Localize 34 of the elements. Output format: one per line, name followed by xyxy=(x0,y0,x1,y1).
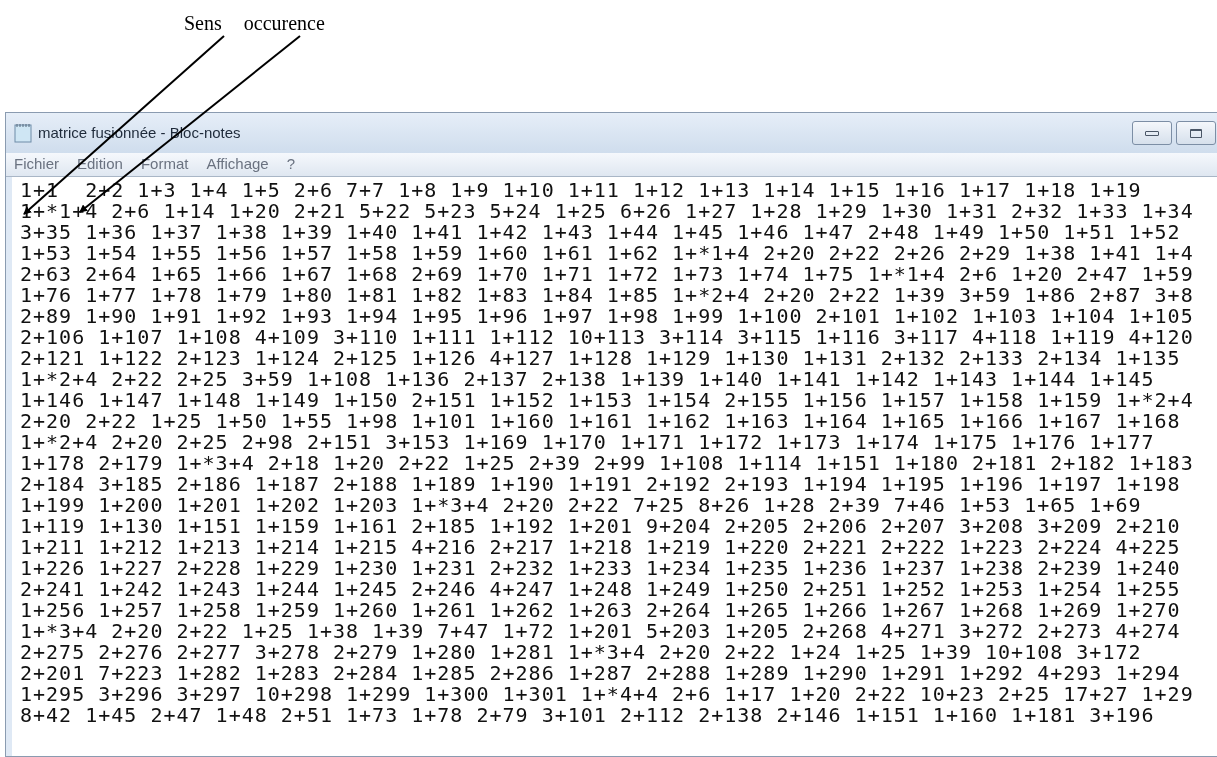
text-line: 2+20 2+22 1+25 1+50 1+55 1+98 1+101 1+160 1+161 1+162 1+163 1+164 1+165 1+166 1+167 1+168 xyxy=(20,411,1181,432)
text-line: 1+*2+4 2+20 2+25 2+98 2+151 3+153 1+169 1+170 1+171 1+172 1+173 1+174 1+175 1+176 1+177 xyxy=(20,432,1155,453)
text-line: 1+119 1+130 1+151 1+159 1+161 2+185 1+192 1+201 9+204 2+205 2+206 2+207 3+208 3+209 2+210 xyxy=(20,516,1181,537)
text-line: 1+256 1+257 1+258 1+259 1+260 1+261 1+262 1+263 2+264 1+265 1+266 1+267 1+268 1+269 1+270 xyxy=(20,600,1181,621)
menu-item[interactable]: Affichage xyxy=(206,153,269,176)
notepad-icon xyxy=(14,123,32,143)
annotation-label: Sens xyxy=(184,11,222,36)
minimize-button[interactable] xyxy=(1132,121,1172,145)
text-line: 2+121 1+122 2+123 1+124 2+125 1+126 4+127 1+128 1+129 1+130 1+131 2+132 2+133 2+134 1+135 xyxy=(20,348,1181,369)
text-line: 2+241 1+242 1+243 1+244 1+245 2+246 4+247 1+248 1+249 1+250 2+251 1+252 1+253 1+254 1+255 xyxy=(20,579,1181,600)
menu-item[interactable]: Format xyxy=(140,153,189,176)
text-line: 1+211 1+212 1+213 1+214 1+215 4+216 2+217 1+218 1+219 1+220 2+221 2+222 1+223 2+224 4+225 xyxy=(20,537,1181,558)
text-line: 1+199 1+200 1+201 1+202 1+203 1+*3+4 2+20 2+22 7+25 8+26 1+28 2+39 7+46 1+53 1+65 1+69 xyxy=(20,495,1142,516)
menu-item[interactable]: Fichier xyxy=(14,153,59,176)
text-line: 1+146 1+147 1+148 1+149 1+150 2+151 1+152 1+153 1+154 2+155 1+156 1+157 1+158 1+159 1+*2+4 xyxy=(20,390,1194,411)
text-line: 1+*2+4 2+22 2+25 3+59 1+108 1+136 2+137 2+138 1+139 1+140 1+141 1+142 1+143 1+144 1+145 xyxy=(20,369,1155,390)
text-line: 1+76 1+77 1+78 1+79 1+80 1+81 1+82 1+83 1+84 1+85 1+*2+4 2+20 2+22 1+39 3+59 1+86 2+87 3+8 xyxy=(20,285,1194,306)
menu-item[interactable]: ? xyxy=(286,153,296,176)
text-line: 2+89 1+90 1+91 1+92 1+93 1+94 1+95 1+96 1+97 1+98 1+99 1+100 2+101 1+102 1+103 1+104 1+105 xyxy=(20,306,1194,327)
text-line: 2+275 2+276 2+277 3+278 2+279 1+280 1+281 1+*3+4 2+20 2+22 1+24 1+25 1+39 10+108 3+172 xyxy=(20,642,1142,663)
annotation-label: occurence xyxy=(243,11,325,36)
text-line: 1+53 1+54 1+55 1+56 1+57 1+58 1+59 1+60 1+61 1+62 1+*1+4 2+20 2+22 2+26 2+29 1+38 1+41 1+4 xyxy=(20,243,1194,264)
text-line: 2+106 1+107 1+108 4+109 3+110 1+111 1+112 10+113 3+114 3+115 1+116 3+117 4+118 1+119 4+120 xyxy=(20,327,1194,348)
text-line: 3+35 1+36 1+37 1+38 1+39 1+40 1+41 1+42 1+43 1+44 1+45 1+46 1+47 2+48 1+49 1+50 1+51 1+52 xyxy=(20,222,1181,243)
text-line: 1+226 1+227 2+228 1+229 1+230 1+231 2+232 1+233 1+234 1+235 1+236 1+237 1+238 2+239 1+240 xyxy=(20,558,1181,579)
text-line: 8+42 1+45 2+47 1+48 2+51 1+73 1+78 2+79 3+101 2+112 2+138 2+146 1+151 1+160 1+181 3+196 xyxy=(20,705,1155,726)
text-line: 2+201 7+223 1+282 1+283 2+284 1+285 2+286 1+287 2+288 1+289 1+290 1+291 1+292 4+293 1+294 xyxy=(20,663,1181,684)
text-line: 2+63 2+64 1+65 1+66 1+67 1+68 2+69 1+70 1+71 1+72 1+73 1+74 1+75 1+*1+4 2+6 1+20 2+47 1+59 xyxy=(20,264,1194,285)
text-line: 1+295 3+296 3+297 10+298 1+299 1+300 1+301 1+*4+4 2+6 1+17 1+20 2+22 10+23 2+25 17+27 1+29 xyxy=(20,684,1194,705)
text-line: 2+184 3+185 2+186 1+187 2+188 1+189 1+190 1+191 2+192 2+193 1+194 1+195 1+196 1+197 1+198 xyxy=(20,474,1181,495)
text-line: 1+*3+4 2+20 2+22 1+25 1+38 1+39 7+47 1+72 1+201 5+203 1+205 2+268 4+271 3+272 2+273 4+274 xyxy=(20,621,1181,642)
maximize-button[interactable] xyxy=(1176,121,1216,145)
menu-item[interactable]: Edition xyxy=(77,153,123,176)
text-line: 1+178 2+179 1+*3+4 2+18 1+20 2+22 1+25 2+39 2+99 1+108 1+114 1+151 1+180 2+181 2+182 1+183 xyxy=(20,453,1194,474)
